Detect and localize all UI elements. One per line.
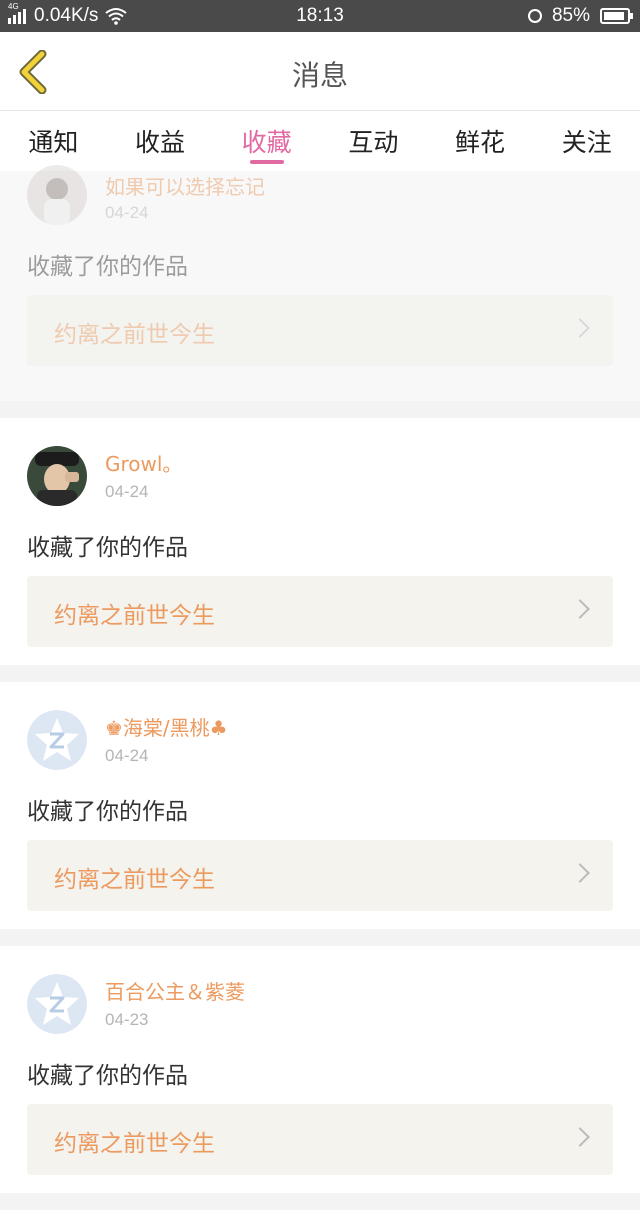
username[interactable]: Growl。 bbox=[105, 448, 182, 477]
message-date: 04-24 bbox=[105, 482, 149, 501]
message-date: 04-23 bbox=[105, 1010, 149, 1029]
username[interactable]: ♚海棠/黑桃♣ bbox=[105, 712, 228, 741]
work-link[interactable]: 约离之前世今生 bbox=[27, 1104, 613, 1175]
tab-favorites[interactable]: 收藏 bbox=[213, 111, 320, 171]
username[interactable]: 如果可以选择忘记 bbox=[105, 171, 265, 200]
chevron-right-icon bbox=[570, 1127, 590, 1147]
message-date: 04-24 bbox=[105, 203, 149, 222]
list-item[interactable]: 百合公主＆紫菱 04-23 收藏了你的作品 约离之前世今生 bbox=[0, 946, 640, 1193]
chevron-right-icon bbox=[570, 318, 590, 338]
username[interactable]: 百合公主＆紫菱 bbox=[105, 976, 245, 1005]
avatar[interactable] bbox=[27, 165, 87, 225]
tab-interactions[interactable]: 互动 bbox=[320, 111, 427, 171]
chevron-right-icon bbox=[570, 599, 590, 619]
work-title: 约离之前世今生 bbox=[54, 1131, 215, 1157]
work-link[interactable]: 约离之前世今生 bbox=[27, 840, 613, 911]
message-list: 如果可以选择忘记 04-24 收藏了你的作品 约离之前世今生 Growl。 04… bbox=[0, 165, 640, 1210]
avatar[interactable] bbox=[27, 446, 87, 506]
tab-follows[interactable]: 关注 bbox=[533, 111, 640, 171]
battery-icon bbox=[600, 8, 633, 24]
nav-bar: 消息 bbox=[0, 32, 640, 111]
default-avatar-icon[interactable] bbox=[27, 710, 87, 770]
list-item[interactable]: 如果可以选择忘记 04-24 收藏了你的作品 约离之前世今生 bbox=[0, 165, 640, 401]
default-avatar-icon[interactable] bbox=[27, 974, 87, 1034]
tab-notifications[interactable]: 通知 bbox=[0, 111, 107, 171]
message-date: 04-24 bbox=[105, 746, 149, 765]
action-text: 收藏了你的作品 bbox=[27, 254, 188, 280]
alarm-icon bbox=[527, 9, 542, 23]
chevron-right-icon bbox=[570, 863, 590, 883]
work-title: 约离之前世今生 bbox=[54, 603, 215, 629]
list-item[interactable]: Growl。 04-24 收藏了你的作品 约离之前世今生 bbox=[0, 418, 640, 665]
tab-bar: 通知 收益 收藏 互动 鲜花 关注 bbox=[0, 111, 640, 171]
action-text: 收藏了你的作品 bbox=[27, 1063, 188, 1089]
work-title: 约离之前世今生 bbox=[54, 322, 215, 348]
battery-percent: 85% bbox=[551, 5, 590, 26]
action-text: 收藏了你的作品 bbox=[27, 535, 188, 561]
action-text: 收藏了你的作品 bbox=[27, 799, 188, 825]
status-bar: 4G 0.04K/s 18:13 85% bbox=[0, 0, 640, 32]
list-item[interactable]: ♚海棠/黑桃♣ 04-24 收藏了你的作品 约离之前世今生 bbox=[0, 682, 640, 929]
work-title: 约离之前世今生 bbox=[54, 867, 215, 893]
work-link[interactable]: 约离之前世今生 bbox=[27, 295, 613, 366]
page-title: 消息 bbox=[291, 59, 348, 92]
tab-flowers[interactable]: 鲜花 bbox=[427, 111, 534, 171]
tab-earnings[interactable]: 收益 bbox=[107, 111, 214, 171]
work-link[interactable]: 约离之前世今生 bbox=[27, 576, 613, 647]
